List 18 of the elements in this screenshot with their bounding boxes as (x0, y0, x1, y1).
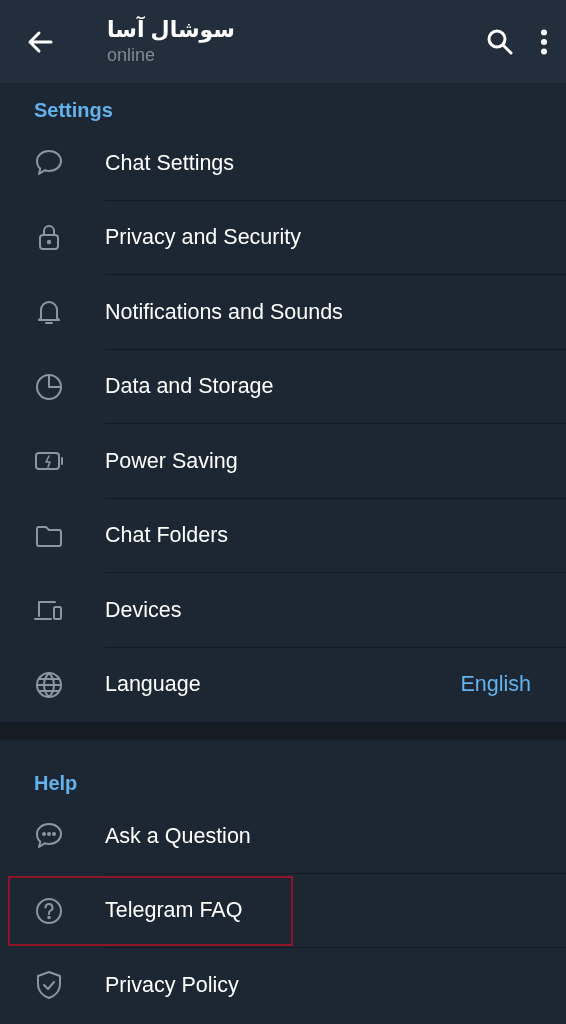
more-menu-icon[interactable] (540, 28, 548, 55)
menu-item[interactable]: Notifications and Sounds (105, 299, 343, 325)
section-header: Settings (33, 98, 113, 123)
current-value: English (460, 672, 531, 698)
menu-item[interactable]: Telegram FAQ (105, 898, 243, 924)
section-header: Help (33, 771, 78, 796)
status-text: online (107, 44, 156, 65)
menu-item[interactable]: Privacy Policy (105, 972, 239, 998)
chat-title: سوشال آسا (107, 15, 235, 45)
menu-item[interactable]: Chat Settings (105, 150, 235, 176)
menu-item[interactable]: Devices (105, 597, 182, 623)
menu-item[interactable]: Privacy and Security (105, 225, 301, 251)
menu-item[interactable]: Data and Storage (105, 374, 274, 400)
menu-item[interactable]: Power Saving (105, 448, 238, 474)
menu-item[interactable]: Ask a Question (105, 823, 251, 849)
menu-item[interactable]: Chat Folders (105, 523, 229, 549)
menu-item[interactable]: Language (105, 672, 201, 698)
search-icon[interactable] (486, 27, 514, 56)
